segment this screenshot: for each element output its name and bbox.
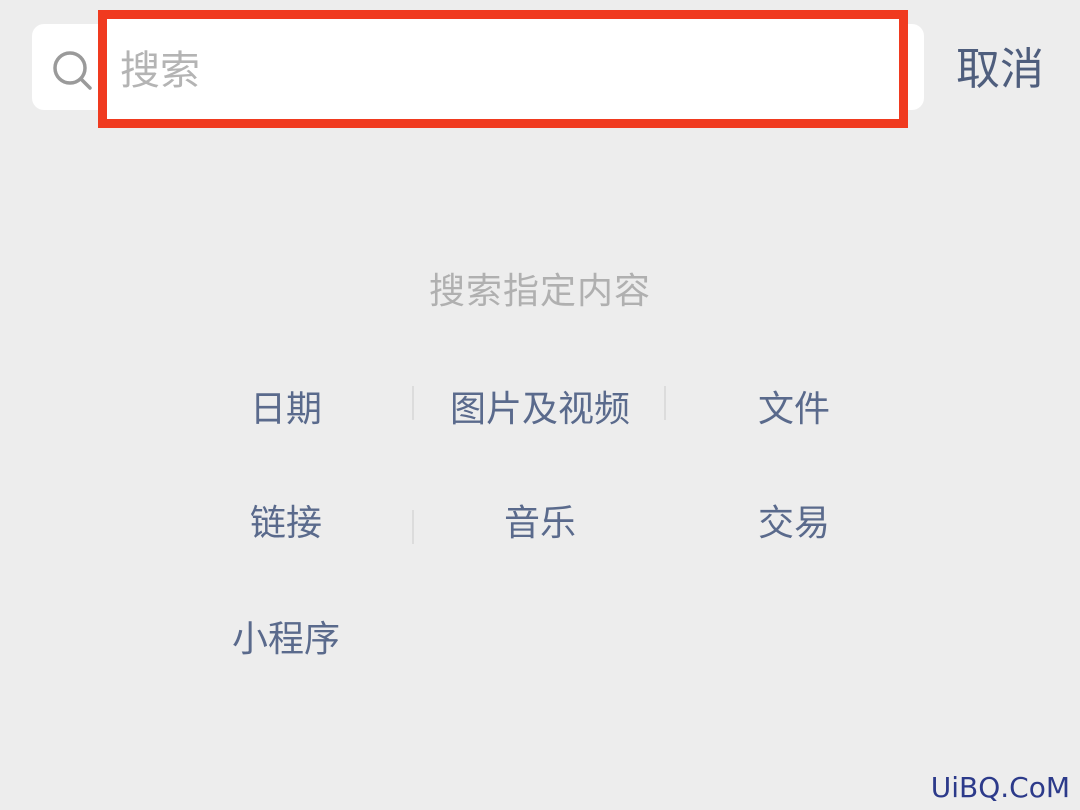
search-icon (53, 51, 92, 90)
watermark: UiBQ.CoM (930, 771, 1070, 804)
category-divider (412, 386, 414, 420)
category-divider (664, 386, 666, 420)
search-input[interactable] (118, 30, 882, 112)
category-date[interactable]: 日期 (166, 382, 406, 438)
category-divider (412, 510, 414, 544)
category-music[interactable]: 音乐 (420, 496, 660, 552)
section-title: 搜索指定内容 (428, 271, 651, 312)
category-mini-programs[interactable]: 小程序 (166, 612, 406, 668)
category-transactions[interactable]: 交易 (674, 496, 914, 552)
category-files[interactable]: 文件 (674, 382, 914, 438)
category-links[interactable]: 链接 (166, 496, 406, 552)
category-images-videos[interactable]: 图片及视频 (420, 382, 660, 438)
cancel-button[interactable]: 取消 (940, 38, 1060, 102)
search-page: 取消 搜索指定内容 日期 图片及视频 文件 链接 音乐 交易 小程序 UiBQ.… (0, 0, 1080, 810)
